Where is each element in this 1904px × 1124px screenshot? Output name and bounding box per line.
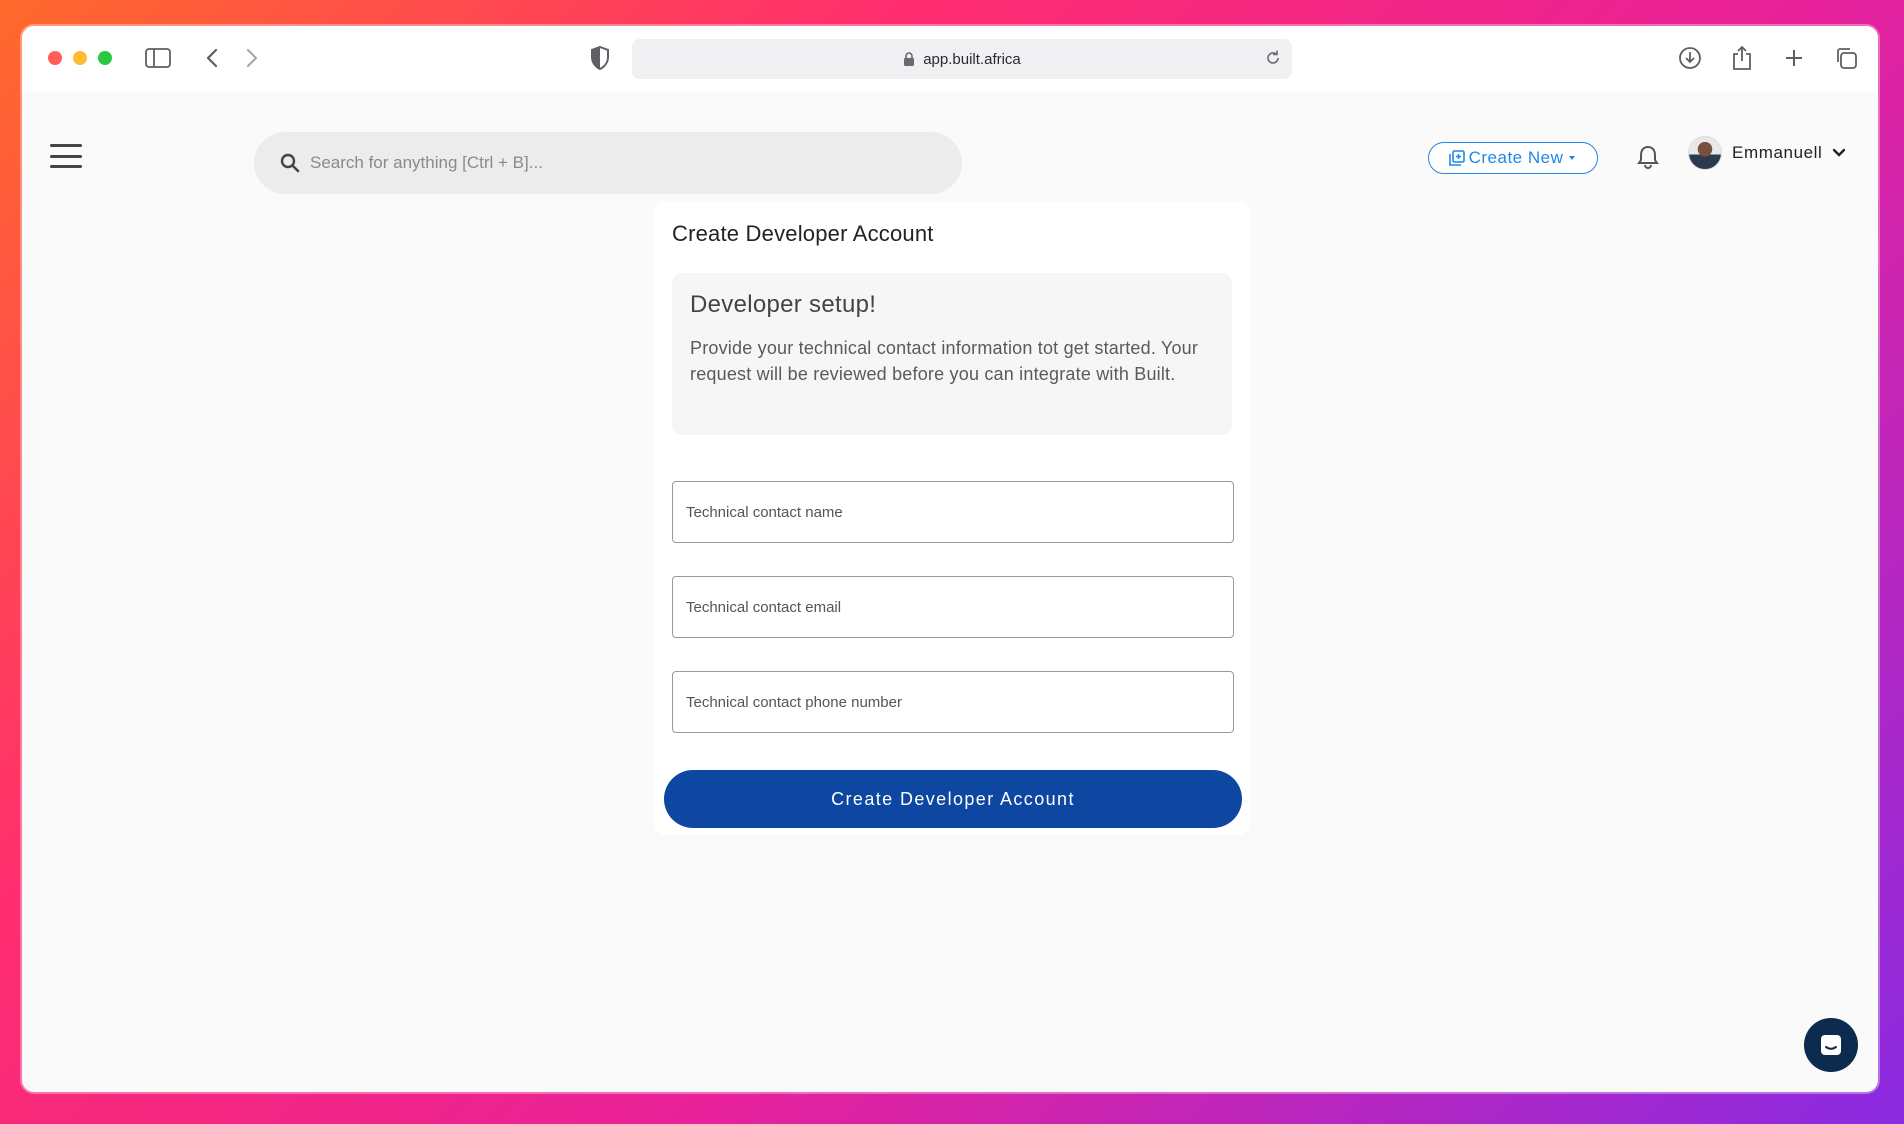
user-menu[interactable]: Emmanuell <box>1688 136 1846 170</box>
url-text: app.built.africa <box>923 50 1021 68</box>
chevron-down-icon <box>1833 148 1846 157</box>
contact-email-field[interactable] <box>672 576 1234 638</box>
chat-launcher-button[interactable] <box>1804 1018 1858 1072</box>
shield-icon[interactable] <box>586 44 614 72</box>
app-header: Create New Emmanuell <box>22 92 1878 194</box>
share-icon[interactable] <box>1728 44 1756 72</box>
caret-down-icon <box>1569 156 1576 160</box>
menu-icon[interactable] <box>50 144 82 168</box>
contact-name-field[interactable] <box>672 481 1234 543</box>
search-icon <box>280 153 300 173</box>
page-title: Create Developer Account <box>672 221 934 246</box>
browser-toolbar: app.built.africa <box>22 26 1878 92</box>
developer-setup-info: Developer setup! Provide your technical … <box>672 273 1232 435</box>
info-body: Provide your technical contact informati… <box>690 338 1199 384</box>
contact-phone-field[interactable] <box>672 671 1234 733</box>
create-new-label: Create New <box>1468 148 1564 167</box>
browser-window: app.built.africa Create New <box>22 26 1878 1092</box>
create-developer-account-button[interactable]: Create Developer Account <box>664 770 1242 828</box>
lock-icon <box>904 51 915 66</box>
contact-phone-input[interactable] <box>673 672 1233 732</box>
back-icon[interactable] <box>198 44 226 72</box>
notification-bell-icon[interactable] <box>1636 144 1660 175</box>
address-bar[interactable]: app.built.africa <box>632 39 1292 79</box>
maximize-window-button[interactable] <box>98 51 112 65</box>
avatar <box>1688 136 1722 170</box>
minimize-window-button[interactable] <box>73 51 87 65</box>
sidebar-toggle-icon[interactable] <box>144 44 172 72</box>
tab-overview-icon[interactable] <box>1832 44 1860 72</box>
reload-icon[interactable] <box>1264 49 1282 71</box>
contact-email-input[interactable] <box>673 577 1233 637</box>
developer-account-card: Create Developer Account Developer setup… <box>654 201 1250 835</box>
add-document-icon <box>1448 150 1465 166</box>
info-heading: Developer setup! <box>690 291 877 318</box>
search-input[interactable] <box>310 153 910 173</box>
create-new-button[interactable]: Create New <box>1428 142 1598 174</box>
search-bar[interactable] <box>254 132 962 194</box>
contact-name-input[interactable] <box>673 482 1233 542</box>
user-name: Emmanuell <box>1732 143 1823 162</box>
close-window-button[interactable] <box>48 51 62 65</box>
chat-icon <box>1821 1035 1841 1055</box>
forward-icon[interactable] <box>238 44 266 72</box>
window-controls <box>48 51 112 65</box>
new-tab-icon[interactable] <box>1780 44 1808 72</box>
download-icon[interactable] <box>1676 44 1704 72</box>
